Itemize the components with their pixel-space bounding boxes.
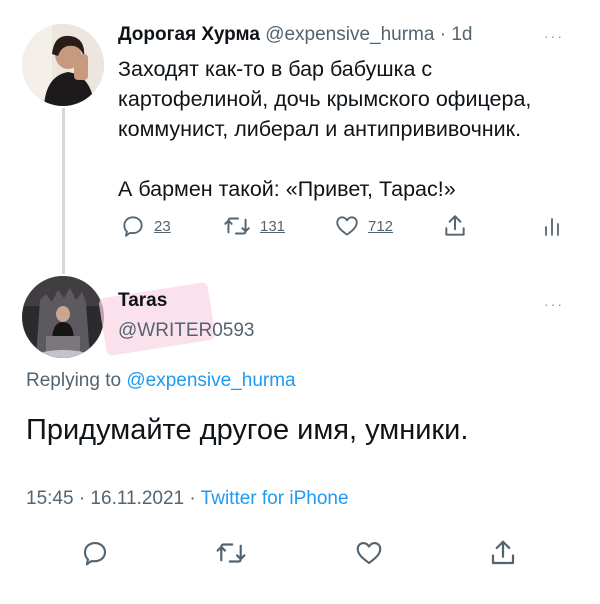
reply-button-bottom[interactable] xyxy=(80,538,110,568)
like-icon xyxy=(336,216,358,236)
analytics-icon xyxy=(545,218,559,236)
like-icon xyxy=(356,541,382,565)
share-button[interactable] xyxy=(442,212,468,240)
like-count: 712 xyxy=(368,217,394,235)
timestamp[interactable]: 15:45 · 16.11.2021 · xyxy=(26,488,196,509)
source-link[interactable]: Twitter for iPhone xyxy=(201,488,349,509)
retweet-button-bottom[interactable] xyxy=(214,538,248,568)
reply-count: 23 xyxy=(154,217,171,235)
share-icon xyxy=(445,215,465,236)
reply-button[interactable]: 23 xyxy=(120,212,171,240)
author-avatar[interactable] xyxy=(22,24,104,106)
share-button-bottom[interactable] xyxy=(488,538,518,568)
retweet-button[interactable]: 131 xyxy=(222,212,285,240)
author-name[interactable]: Дорогая Хурма xyxy=(118,24,260,45)
analytics-button[interactable] xyxy=(542,212,562,240)
reply-icon xyxy=(123,216,143,237)
reply-author-avatar[interactable] xyxy=(22,276,104,358)
share-icon xyxy=(491,540,515,565)
reply-author-handle[interactable]: @WRITER0593 xyxy=(118,320,255,342)
retweet-count: 131 xyxy=(260,217,286,235)
more-options-icon[interactable]: ··· xyxy=(544,28,564,44)
thread-line xyxy=(62,108,65,274)
tweet-header: Дорогая Хурма @expensive_hurma · 1d xyxy=(118,24,472,46)
reply-icon xyxy=(83,541,107,566)
retweet-icon xyxy=(224,217,250,235)
tweet-time[interactable]: · 1d xyxy=(440,24,473,45)
replying-to-prefix: Replying to xyxy=(26,370,122,391)
retweet-icon xyxy=(216,543,246,563)
like-button[interactable]: 712 xyxy=(334,212,393,240)
like-button-bottom[interactable] xyxy=(354,538,384,568)
author-avatar-image xyxy=(22,24,104,106)
reply-more-options-icon[interactable]: ··· xyxy=(544,296,564,312)
replying-to-link[interactable]: @expensive_hurma xyxy=(126,370,295,391)
reply-author-avatar-image xyxy=(22,276,104,358)
author-handle[interactable]: @expensive_hurma xyxy=(265,24,434,45)
tweet-meta: 15:45 · 16.11.2021 · Twitter for iPhone xyxy=(26,488,349,510)
replying-to-line: Replying to @expensive_hurma xyxy=(26,370,296,392)
reply-text: Придумайте другое имя, умники. xyxy=(26,414,469,446)
tweet-text: Заходят как-то в бар бабушка с картофели… xyxy=(118,57,532,201)
reply-author-name[interactable]: Taras xyxy=(118,290,167,312)
